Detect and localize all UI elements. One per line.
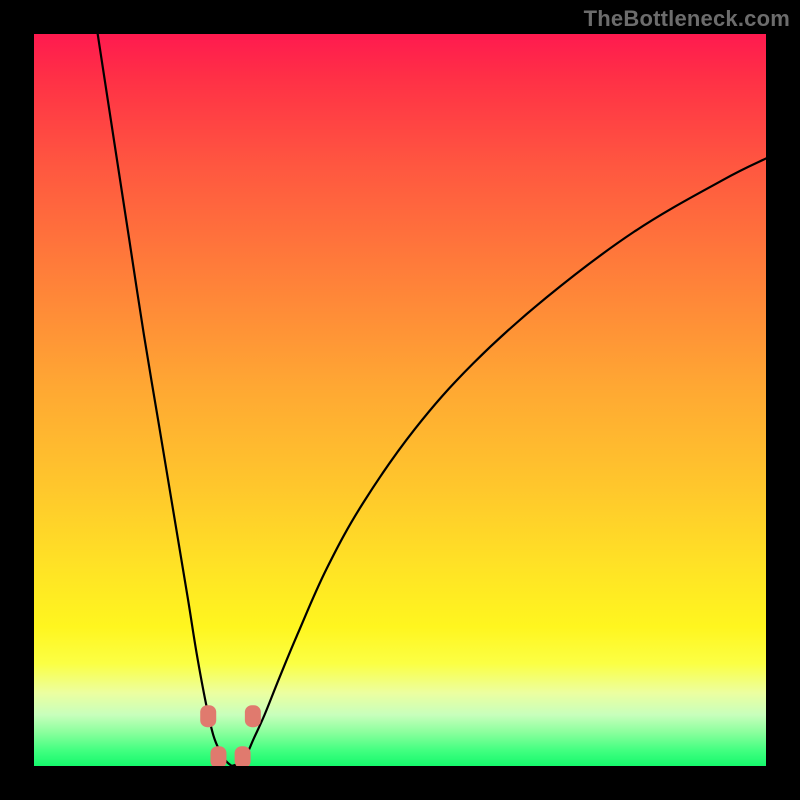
curve-right-branch [232,158,766,766]
curve-marker-0 [200,705,216,727]
curve-left-branch [98,34,232,766]
chart-frame: TheBottleneck.com [0,0,800,800]
curve-marker-2 [235,746,251,766]
marker-group [200,705,261,766]
curve-marker-3 [245,705,261,727]
plot-area [34,34,766,766]
watermark-label: TheBottleneck.com [584,6,790,32]
curve-marker-1 [210,746,226,766]
curve-overlay [34,34,766,766]
